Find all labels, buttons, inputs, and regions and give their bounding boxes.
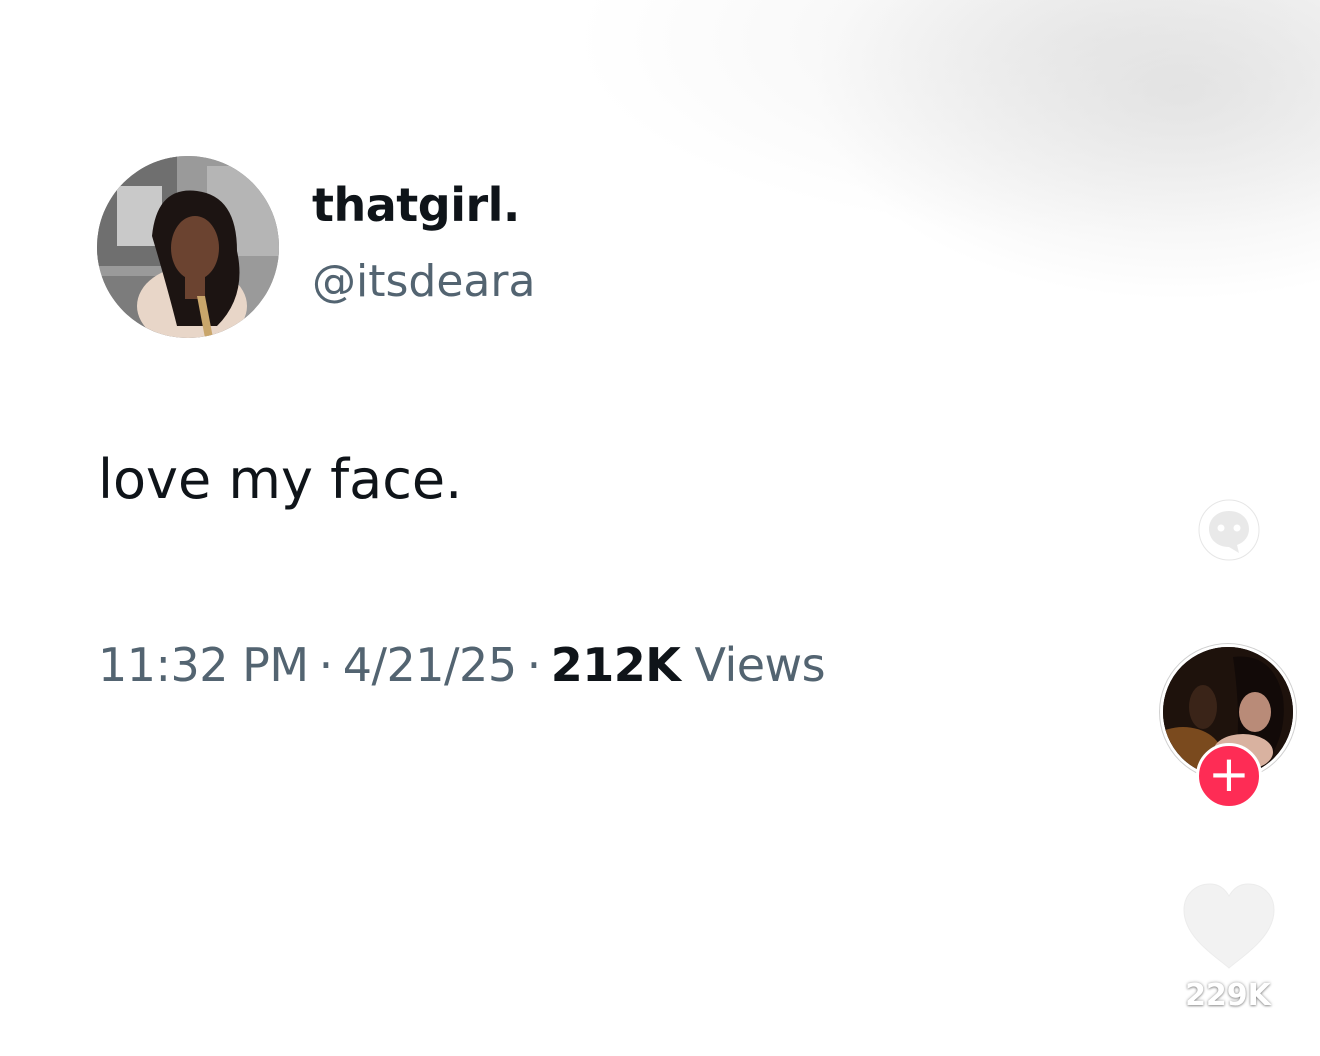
like-count: 229K	[1185, 978, 1271, 1013]
meta-separator: ·	[526, 638, 542, 692]
views-label: Views	[694, 638, 826, 692]
views-count: 212K	[550, 638, 681, 692]
tweet-date: 4/21/25	[342, 638, 517, 692]
tweet-text: love my face.	[98, 448, 463, 511]
follow-plus-button[interactable]: +	[1196, 743, 1262, 809]
meta-separator: ·	[318, 638, 334, 692]
author-avatar[interactable]	[97, 156, 279, 338]
chat-bubble-icon[interactable]	[1195, 497, 1263, 565]
tweet-time: 11:32 PM	[98, 638, 309, 692]
heart-icon[interactable]	[1178, 880, 1280, 972]
author-display-name[interactable]: thatgirl.	[312, 178, 520, 232]
author-handle[interactable]: @itsdeara	[312, 256, 535, 307]
tweet-meta: 11:32 PM · 4/21/25 · 212K Views	[98, 638, 826, 692]
author-avatar-photo	[97, 156, 279, 338]
